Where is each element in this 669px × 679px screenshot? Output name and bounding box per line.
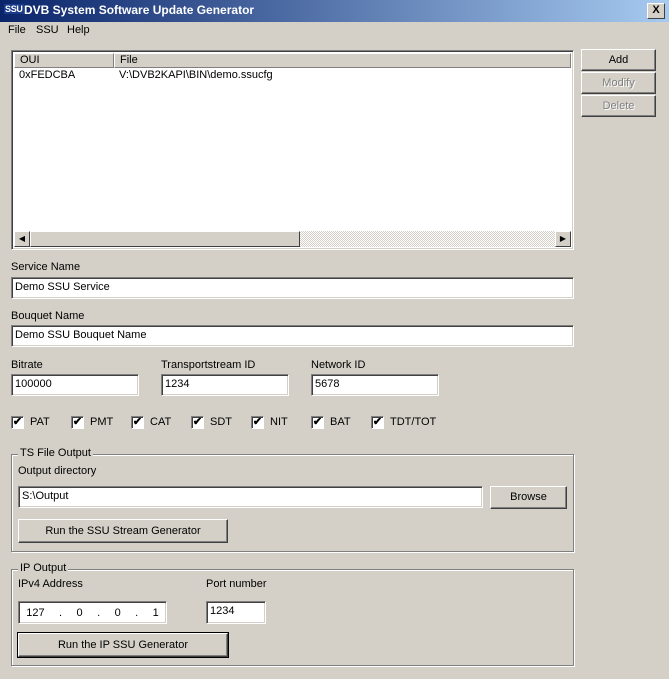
- add-button[interactable]: Add: [581, 49, 656, 71]
- close-button[interactable]: X: [647, 3, 665, 19]
- window-title: DVB System Software Update Generator: [24, 3, 255, 17]
- title-bar: SSU DVB System Software Update Generator…: [0, 0, 669, 22]
- pmt-label: PMT: [90, 416, 114, 428]
- bat-label: BAT: [330, 416, 351, 428]
- column-header-oui[interactable]: OUI: [14, 53, 114, 68]
- output-directory-input[interactable]: S:\Output: [18, 486, 483, 508]
- bouquet-name-label: Bouquet Name: [11, 310, 85, 322]
- ipv4-address-label: IPv4 Address: [18, 578, 83, 590]
- bat-checkbox[interactable]: ✔: [311, 416, 324, 429]
- ip-dot: .: [59, 606, 63, 619]
- tdt-tot-label: TDT/TOT: [390, 416, 437, 428]
- scroll-left-icon[interactable]: ◀: [14, 231, 30, 247]
- network-id-input[interactable]: 5678: [311, 374, 439, 396]
- output-directory-label: Output directory: [18, 465, 97, 477]
- column-header-file[interactable]: File: [114, 53, 571, 68]
- pmt-checkbox[interactable]: ✔: [71, 416, 84, 429]
- port-number-input[interactable]: 1234: [206, 601, 266, 624]
- scroll-right-icon[interactable]: ▶: [555, 231, 571, 247]
- modify-button[interactable]: Modify: [581, 72, 656, 94]
- run-ip-ssu-generator-button[interactable]: Run the IP SSU Generator: [17, 632, 229, 658]
- transportstream-id-label: Transportstream ID: [161, 359, 256, 371]
- scroll-track[interactable]: [300, 231, 555, 247]
- browse-button[interactable]: Browse: [490, 486, 567, 509]
- sdt-checkbox[interactable]: ✔: [191, 416, 204, 429]
- horizontal-scrollbar[interactable]: ◀ ▶: [14, 231, 571, 247]
- port-number-label: Port number: [206, 578, 267, 590]
- scroll-thumb[interactable]: [30, 231, 300, 247]
- menu-bar: File SSU Help: [0, 22, 669, 40]
- sdt-label: SDT: [210, 416, 232, 428]
- nit-label: NIT: [270, 416, 288, 428]
- menu-help[interactable]: Help: [67, 24, 90, 36]
- network-id-label: Network ID: [311, 359, 366, 371]
- run-ssu-stream-generator-button[interactable]: Run the SSU Stream Generator: [18, 519, 228, 543]
- bitrate-input[interactable]: 100000: [11, 374, 139, 396]
- ts-file-output-title: TS File Output: [18, 447, 93, 459]
- ip-octet-1[interactable]: 127: [26, 607, 44, 619]
- ip-dot: .: [135, 606, 139, 619]
- service-name-input[interactable]: Demo SSU Service: [11, 277, 574, 299]
- tdt-tot-checkbox[interactable]: ✔: [371, 416, 384, 429]
- list-item-oui[interactable]: 0xFEDCBA: [19, 69, 75, 81]
- transportstream-id-input[interactable]: 1234: [161, 374, 289, 396]
- menu-file[interactable]: File: [8, 24, 26, 36]
- ip-octet-3[interactable]: 0: [115, 607, 121, 619]
- menu-ssu[interactable]: SSU: [36, 24, 59, 36]
- ip-octet-4[interactable]: 1: [153, 607, 159, 619]
- nit-checkbox[interactable]: ✔: [251, 416, 264, 429]
- oui-file-list[interactable]: OUI File 0xFEDCBA V:\DVB2KAPI\BIN\demo.s…: [11, 50, 574, 250]
- delete-button[interactable]: Delete: [581, 95, 656, 117]
- bouquet-name-input[interactable]: Demo SSU Bouquet Name: [11, 325, 574, 347]
- service-name-label: Service Name: [11, 261, 81, 273]
- ip-dot: .: [97, 606, 101, 619]
- pat-checkbox[interactable]: ✔: [11, 416, 24, 429]
- cat-checkbox[interactable]: ✔: [131, 416, 144, 429]
- ipv4-address-input[interactable]: 127. 0. 0. 1: [18, 601, 167, 624]
- pat-label: PAT: [30, 416, 50, 428]
- cat-label: CAT: [150, 416, 172, 428]
- ip-output-title: IP Output: [18, 562, 69, 574]
- list-item-file[interactable]: V:\DVB2KAPI\BIN\demo.ssucfg: [119, 69, 273, 81]
- bitrate-label: Bitrate: [11, 359, 43, 371]
- app-icon: SSU: [4, 4, 24, 14]
- ip-octet-2[interactable]: 0: [77, 607, 83, 619]
